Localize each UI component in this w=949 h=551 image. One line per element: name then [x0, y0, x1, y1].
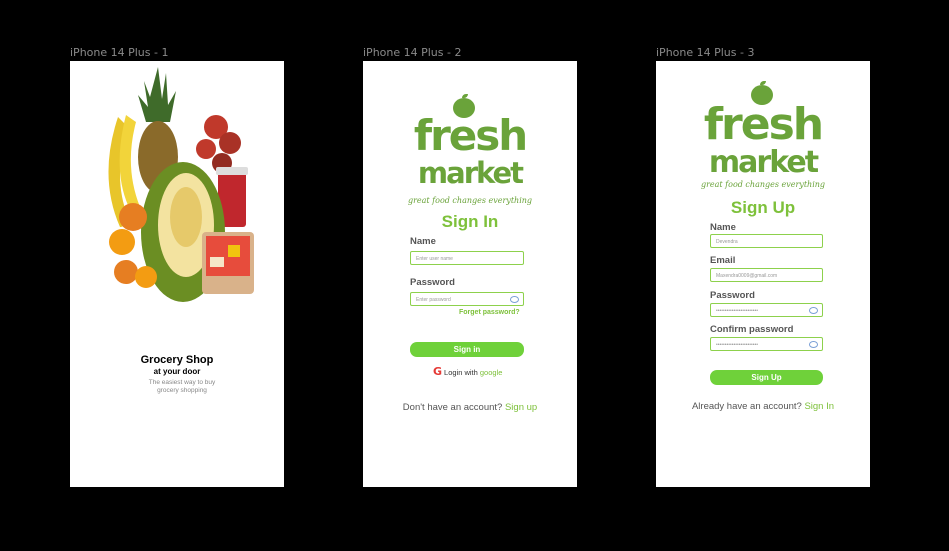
password-label: Password [410, 277, 455, 288]
password-input[interactable]: Enter password [410, 292, 524, 306]
logo-tagline: great food changes everything [407, 196, 533, 205]
fruit-image [98, 67, 258, 307]
signup-link[interactable]: Sign up [505, 402, 537, 413]
confirm-password-input[interactable]: •••••••••••••••••••••••• [710, 337, 823, 351]
page-title: Sign In [441, 212, 499, 231]
logo-word-market: market [417, 156, 524, 190]
app-description: The easiest way to buy grocery shopping [148, 379, 216, 394]
signin-prompt: Already have an account? Sign In [691, 401, 835, 412]
forgot-password-link[interactable]: Forget password? [459, 309, 520, 316]
signin-link[interactable]: Sign In [804, 401, 834, 412]
signin-screen: fresh market great food changes everythi… [363, 61, 577, 487]
signin-button[interactable]: Sign in [410, 342, 524, 357]
eye-icon[interactable] [809, 307, 818, 314]
name-label: Name [410, 236, 436, 247]
signup-screen: fresh market great food changes everythi… [656, 61, 870, 487]
email-label: Email [710, 255, 736, 266]
google-icon: G [433, 365, 443, 378]
frame-label-3: iPhone 14 Plus - 3 [656, 46, 755, 59]
page-title: Sign Up [730, 198, 796, 217]
logo-word-market: market [708, 145, 819, 180]
eye-icon[interactable] [809, 341, 818, 348]
confirm-password-label: Confirm password [710, 324, 794, 335]
password-label: Password [710, 290, 755, 301]
name-input[interactable]: Enter user name [410, 251, 524, 265]
frame-label-1: iPhone 14 Plus - 1 [70, 46, 169, 59]
google-login-button[interactable]: G Login with google [433, 365, 502, 378]
app-subtitle: at your door [153, 367, 201, 376]
signup-button[interactable]: Sign Up [710, 370, 823, 385]
signup-prompt: Don't have an account? Sign up [402, 402, 538, 413]
password-input[interactable]: •••••••••••••••••••••••• [710, 303, 823, 317]
frame-label-2: iPhone 14 Plus - 2 [363, 46, 462, 59]
logo-word-fresh: fresh [413, 111, 528, 160]
app-title: Grocery Shop [140, 354, 214, 366]
name-input[interactable]: Devendra [710, 234, 823, 248]
splash-screen: Grocery Shop at your door The easiest wa… [70, 61, 284, 487]
name-label: Name [710, 222, 736, 233]
email-input[interactable]: Maxendra0009@gmail.com [710, 268, 823, 282]
logo-tagline: great food changes everything [700, 180, 826, 189]
logo-word-fresh: fresh [703, 99, 824, 150]
eye-icon[interactable] [510, 296, 519, 303]
